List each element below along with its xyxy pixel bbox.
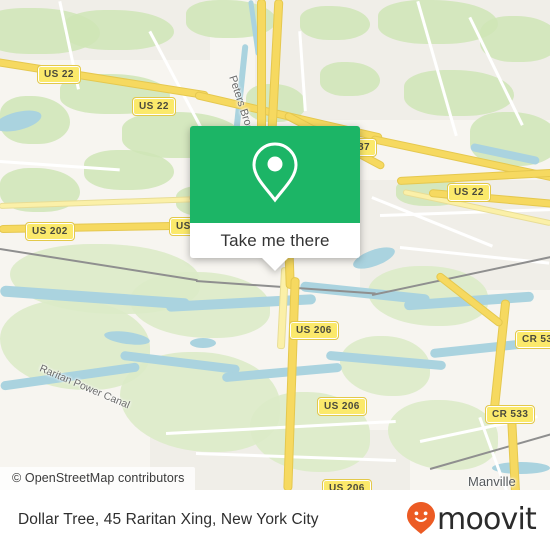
callout-action-panel[interactable]: Take me there (190, 223, 360, 271)
osm-attribution[interactable]: © OpenStreetMap contributors (0, 467, 195, 490)
route-shield: US 206 (289, 321, 339, 340)
map-place-label: Manville (468, 474, 516, 489)
take-me-there-button[interactable]: Take me there (220, 231, 329, 251)
map-green-area (300, 6, 370, 40)
route-shield: US 206 (317, 397, 367, 416)
route-shield: US 206 (322, 479, 372, 490)
map-highway (258, 0, 265, 130)
route-shield: US 22 (447, 183, 491, 202)
map-pin-icon (250, 141, 300, 208)
map-callout-card[interactable]: Take me there (190, 126, 360, 271)
route-shield: US 202 (25, 222, 75, 241)
map-green-area (480, 16, 550, 62)
route-shield: US 22 (132, 97, 176, 116)
moovit-wordmark: moovit (437, 502, 537, 537)
map-green-area (84, 150, 174, 190)
route-shield: CR 533 (514, 330, 550, 349)
callout-icon-panel (190, 126, 360, 223)
map-water (190, 338, 216, 348)
moovit-logo[interactable]: moovit (406, 501, 537, 540)
bottom-info-bar: Dollar Tree, 45 Raritan Xing, New York C… (0, 490, 550, 550)
map-screenshot: US 22 US 22 US 22 US 202 US 2 87 US 206 US 206 U… (0, 0, 550, 550)
map-green-area (320, 62, 380, 96)
place-title: Dollar Tree, 45 Raritan Xing, New York C… (18, 511, 319, 528)
route-shield: CR 533 (484, 405, 536, 424)
callout-tail (262, 258, 288, 271)
route-shield: US 22 (37, 65, 81, 84)
moovit-smiley-pin-icon (406, 501, 436, 540)
